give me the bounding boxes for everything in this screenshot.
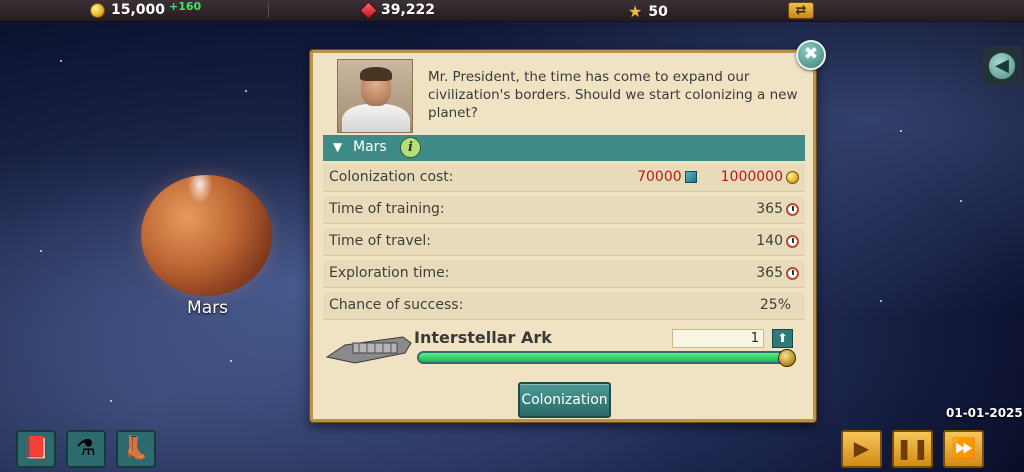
advisor-message: Mr. President, the time has come to expa… [428, 69, 798, 121]
ship-name: Interstellar Ark [414, 328, 552, 347]
success-chance-row: Chance of success: 25% [323, 292, 805, 320]
row-value: 365 [756, 201, 799, 217]
back-button[interactable]: ◀ [982, 46, 1022, 86]
row-label: Time of travel: [329, 233, 431, 249]
coin-icon [90, 2, 105, 18]
quantity-max-button[interactable]: ⬆ [772, 329, 793, 348]
resource-bar: 15,000 +160 39,222 ★ 50 ⇄ [0, 0, 1024, 22]
coins-delta: +160 [169, 0, 202, 13]
coin-cost: 1000000 [720, 169, 783, 185]
colonization-dialog: Mr. President, the time has come to expa… [310, 50, 816, 422]
flask-icon: ⚗ [76, 436, 96, 461]
planet-header[interactable]: ▼ Mars i [323, 135, 805, 161]
play-icon: ▶ [853, 436, 870, 460]
star-dot [880, 300, 882, 302]
star-dot [245, 90, 247, 92]
exploration-time-value: 365 [756, 265, 783, 281]
game-date: 01-01-2025 [946, 406, 1023, 420]
row-label: Exploration time: [329, 265, 450, 281]
back-arrow-icon: ◀ [988, 52, 1016, 80]
coins-value: 15,000 [111, 2, 166, 18]
astronaut-suit [342, 104, 410, 132]
cube-icon [684, 171, 697, 183]
arrow-up-icon: ⬆ [777, 331, 788, 345]
star-dot [40, 250, 42, 252]
fast-forward-button[interactable]: ⏩ [943, 430, 984, 468]
clock-icon [786, 234, 799, 248]
swap-button[interactable]: ⇄ [788, 2, 814, 19]
research-button[interactable]: ⚗ [66, 430, 106, 468]
stars-counter: ★ 50 [628, 2, 668, 21]
gem-icon [359, 0, 378, 20]
row-label: Time of training: [329, 201, 445, 217]
advisor-hair [360, 67, 392, 81]
planet-header-name: Mars [353, 139, 387, 155]
training-time-value: 365 [756, 201, 783, 217]
star-icon: ★ [628, 2, 643, 21]
book-button[interactable]: 📕 [16, 430, 56, 468]
slider-fill [419, 353, 785, 362]
travel-time-value: 140 [756, 233, 783, 249]
info-icon[interactable]: i [400, 137, 421, 158]
coins-counter: 15,000 +160 [90, 0, 202, 18]
travel-time-row: Time of travel: 140 [323, 228, 805, 256]
star-dot [60, 60, 62, 62]
clock-icon [786, 266, 799, 280]
fast-forward-icon: ⏩ [951, 436, 976, 460]
play-button[interactable]: ▶ [841, 430, 882, 468]
close-icon[interactable]: ✖ [796, 40, 826, 70]
quantity-slider[interactable] [417, 351, 787, 364]
training-time-row: Time of training: 365 [323, 196, 805, 224]
book-icon: 📕 [22, 436, 50, 461]
ship-quantity-field[interactable]: 1 [672, 329, 764, 348]
star-dot [960, 200, 962, 202]
row-value: 140 [756, 233, 799, 249]
planet-label: Mars [187, 298, 228, 318]
star-dot [230, 360, 232, 362]
expedition-button[interactable]: 👢 [116, 430, 156, 468]
row-label: Colonization cost: [329, 169, 454, 185]
colonization-button[interactable]: Colonization [518, 382, 611, 418]
gems-counter: 39,222 [359, 0, 436, 20]
exploration-time-row: Exploration time: 365 [323, 260, 805, 288]
collapse-triangle-icon: ▼ [333, 140, 343, 154]
row-label: Chance of success: [329, 297, 464, 313]
stars-value: 50 [648, 3, 668, 20]
success-chance-value: 25% [759, 297, 791, 313]
slider-knob[interactable] [778, 349, 796, 367]
resource-cost: 70000 [637, 169, 682, 185]
divider [268, 3, 269, 18]
cost-values: 70000 1000000 [637, 169, 799, 185]
swap-icon: ⇄ [795, 3, 807, 18]
pause-button[interactable]: ❚❚ [892, 430, 933, 468]
boot-icon: 👢 [122, 436, 150, 461]
clock-icon [786, 202, 799, 216]
coin-icon [786, 170, 799, 184]
advisor-portrait [337, 59, 413, 133]
mars-planet[interactable] [141, 175, 272, 296]
star-dot [900, 130, 902, 132]
pause-icon: ❚❚ [895, 436, 930, 460]
ark-ship-icon [325, 336, 412, 364]
row-value: 365 [756, 265, 799, 281]
gems-value: 39,222 [381, 2, 436, 18]
star-dot [110, 400, 112, 402]
colonization-cost-row: Colonization cost: 70000 1000000 [323, 164, 805, 192]
